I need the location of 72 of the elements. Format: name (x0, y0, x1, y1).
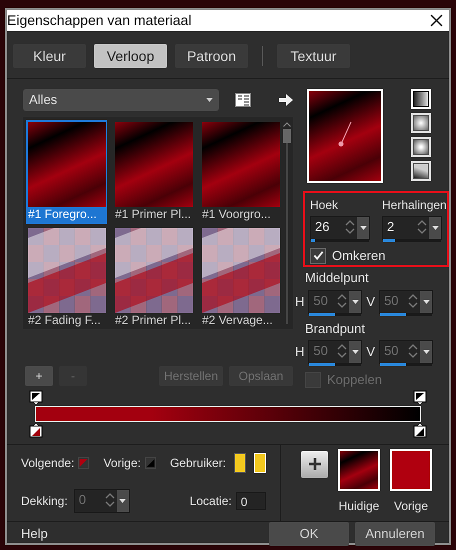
section-label: Middelpunt (305, 269, 370, 287)
section-label: Brandpunt (305, 320, 366, 338)
stepper-arrows-icon[interactable] (417, 219, 427, 235)
stop-marker-icon[interactable] (413, 422, 427, 438)
field-label: Dekking: (21, 492, 68, 510)
color-label: Gebruiker: (170, 454, 226, 472)
caret-icon (432, 226, 438, 230)
caret-icon (422, 300, 430, 304)
number-spinner[interactable]: 2 (382, 216, 442, 240)
gradient-style-button[interactable] (411, 161, 431, 181)
tab[interactable]: Patroon (175, 44, 248, 68)
spinner-value: 50 (383, 292, 400, 310)
caret-icon (206, 98, 213, 102)
axis-label: V (366, 343, 376, 362)
color-label: Vorige: (104, 454, 141, 472)
arrow-right-icon[interactable] (279, 94, 293, 106)
category-dropdown[interactable]: Alles (23, 89, 219, 111)
tab[interactable]: Textuur (277, 44, 350, 68)
axis-label: H (295, 343, 304, 362)
caret-icon (360, 226, 366, 230)
help-link[interactable]: Help (21, 524, 263, 544)
caret-icon (352, 350, 359, 354)
preset-tile[interactable]: #1 Primer Pl... (113, 120, 194, 224)
checkbox[interactable] (310, 248, 326, 264)
swatch-label: Vorige (394, 498, 428, 514)
spinner-value: 50 (383, 342, 400, 360)
checkbox-label: Koppelen (327, 371, 382, 389)
stop-marker-icon[interactable] (413, 390, 427, 406)
color-label: Volgende: (21, 454, 74, 472)
dialog-button[interactable]: Annuleren (355, 522, 435, 546)
window-title: Eigenschappen van materiaal (7, 11, 192, 30)
checkbox-label: Omkeren (332, 247, 386, 265)
plus-icon (308, 458, 320, 470)
field-label: Herhalingen (382, 197, 447, 214)
axis-label: H (295, 292, 304, 311)
spinner-value: 50 (312, 342, 329, 360)
gradient-style-button[interactable] (411, 137, 431, 157)
swatch-label: Huidige (338, 498, 380, 514)
preset-tile[interactable]: #2 Fading F... (26, 226, 107, 330)
scroll-thumb[interactable] (283, 129, 291, 143)
number-spinner[interactable]: 26 (310, 216, 370, 240)
field-label: Locatie: (190, 492, 232, 510)
spinner-value: 2 (386, 218, 396, 236)
stop-marker-icon[interactable] (29, 390, 43, 406)
dropdown-button[interactable] (357, 217, 369, 239)
spinner-value: 26 (314, 218, 330, 236)
gradient-bar[interactable] (35, 406, 421, 422)
scroll-up-icon[interactable] (283, 122, 291, 127)
color-swatch[interactable] (234, 452, 246, 472)
preset-tile[interactable]: #1 Foregro... (26, 120, 107, 224)
spinner-value: 0 (78, 490, 87, 508)
preset-tile[interactable]: #1 Voorgro... (200, 120, 281, 224)
tab[interactable]: Verloop (94, 44, 167, 68)
dropdown-button[interactable] (429, 217, 441, 239)
caret-icon (422, 350, 430, 354)
close-icon[interactable] (430, 14, 443, 27)
stop-marker-icon[interactable] (29, 422, 43, 438)
tab[interactable]: Kleur (13, 44, 86, 68)
axis-label: V (366, 292, 376, 311)
checkmark-icon (312, 250, 324, 262)
caret-icon (352, 300, 359, 304)
spinner-value: 50 (312, 292, 329, 310)
stepper-arrows-icon[interactable] (345, 219, 355, 235)
preset-tile[interactable]: #2 Vervage... (200, 226, 281, 330)
preset-tile[interactable]: #2 Primer Pl... (113, 226, 194, 330)
caret-icon (119, 498, 126, 502)
stop-button[interactable]: + (25, 366, 53, 386)
list-icon[interactable] (235, 93, 251, 107)
add-button[interactable] (301, 450, 328, 478)
dialog-button[interactable]: OK (269, 522, 349, 546)
field-label: Hoek (310, 197, 340, 214)
location-field[interactable]: 0 (236, 492, 266, 510)
